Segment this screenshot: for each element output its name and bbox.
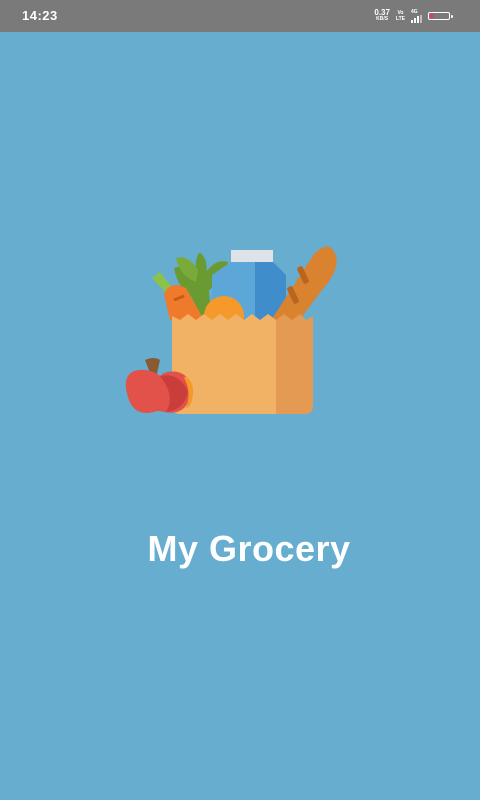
signal-bar — [417, 16, 419, 23]
network-speed-indicator: 0.37 KB/S — [374, 9, 390, 23]
battery-icon — [428, 12, 453, 20]
signal-bar — [420, 15, 422, 23]
signal-icon: 4G — [411, 9, 422, 23]
app-title: My Grocery — [147, 528, 351, 569]
network-speed-unit: KB/S — [376, 16, 389, 22]
status-bar: 14:23 0.37 KB/S Vo LTE 4G — [0, 0, 480, 32]
battery-level — [430, 14, 433, 18]
status-icons: 0.37 KB/S Vo LTE 4G — [374, 7, 453, 25]
signal-bars — [411, 15, 422, 23]
status-time: 14:23 — [22, 8, 58, 23]
grocery-bag-icon — [125, 246, 337, 414]
paper-bag-icon — [172, 314, 313, 414]
signal-bar — [411, 20, 413, 23]
volte-icon: Vo LTE — [396, 10, 405, 22]
volte-label-bottom: LTE — [395, 16, 405, 22]
signal-bar — [414, 18, 416, 23]
